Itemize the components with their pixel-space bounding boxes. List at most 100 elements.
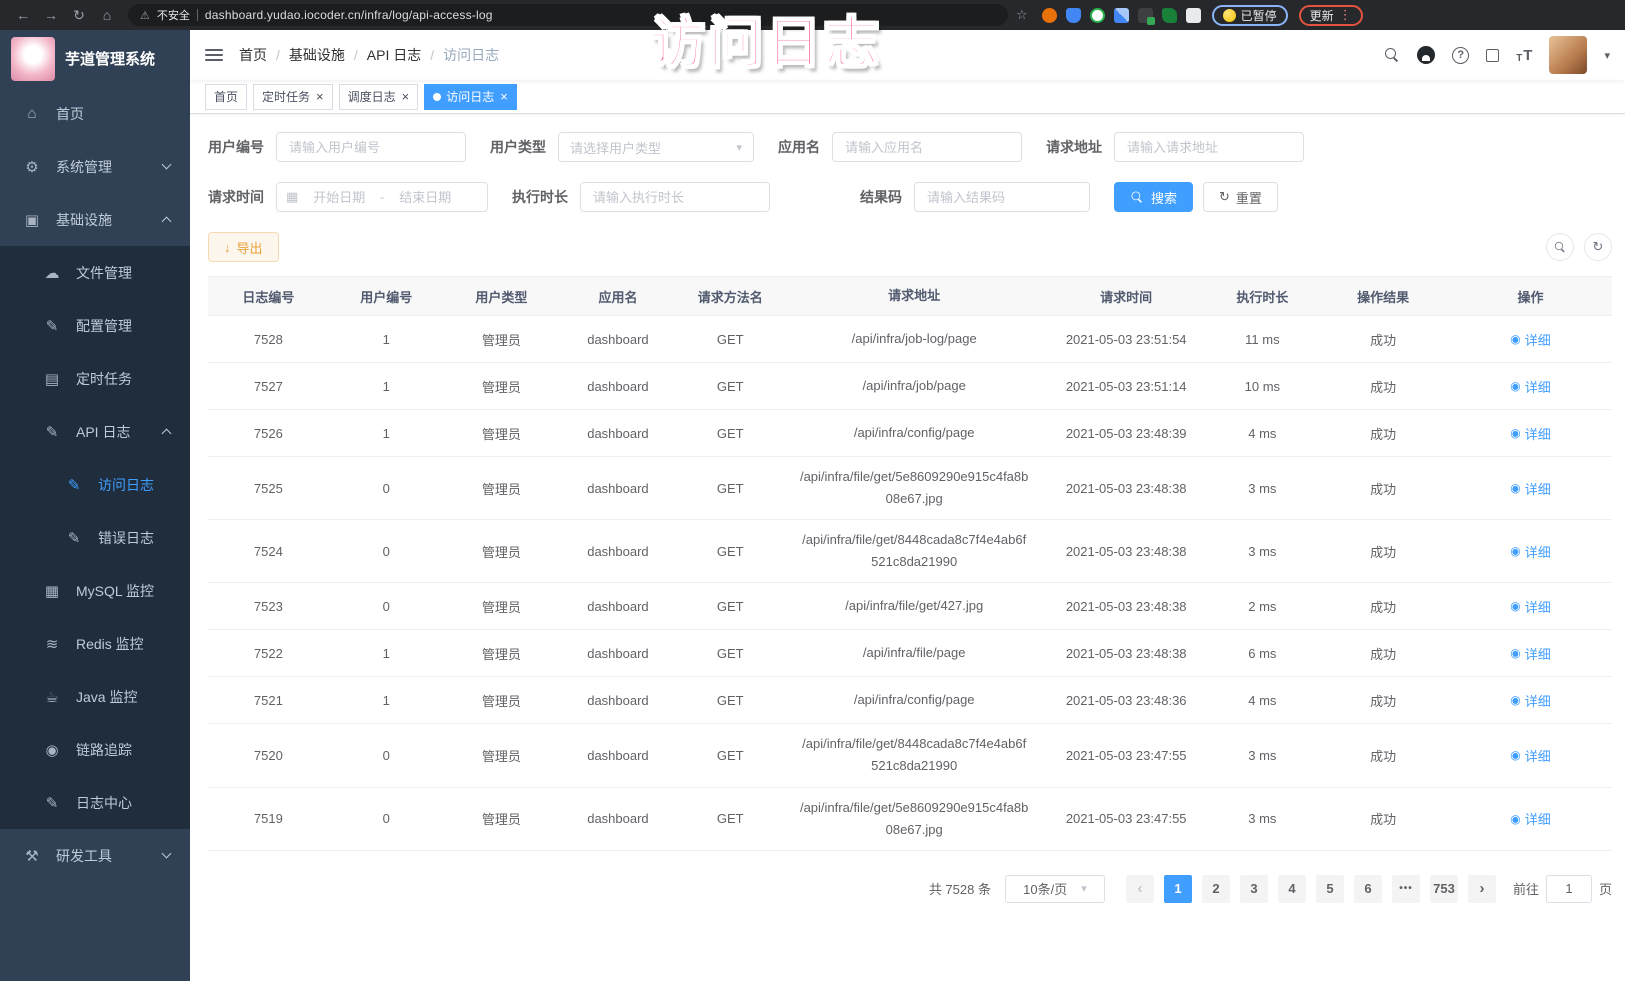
paused-badge[interactable]: 已暂停	[1212, 5, 1288, 26]
page-button-5[interactable]: 5	[1316, 875, 1344, 903]
cell-app: dashboard	[559, 693, 677, 708]
search-button[interactable]: 搜索	[1114, 182, 1193, 212]
help-icon[interactable]: ?	[1452, 47, 1469, 64]
detail-link[interactable]: ◉详细	[1510, 746, 1551, 765]
tab-scheduled-jobs[interactable]: 定时任务×	[253, 84, 333, 110]
cell-id: 7525	[208, 481, 329, 496]
tab-api-access-log[interactable]: 访问日志×	[424, 84, 517, 110]
page-button-4[interactable]: 4	[1278, 875, 1306, 903]
browser-forward-icon[interactable]: →	[38, 3, 64, 27]
github-icon[interactable]	[1417, 46, 1435, 64]
search-icon[interactable]	[1385, 48, 1400, 63]
detail-link[interactable]: ◉详细	[1510, 691, 1551, 710]
sidebar-item-dev-tools[interactable]: ⚒研发工具	[0, 829, 190, 882]
update-button[interactable]: 更新 ⋮	[1299, 5, 1363, 26]
sidebar-item-scheduled-jobs[interactable]: ▤定时任务	[0, 352, 190, 405]
extensions-puzzle-icon[interactable]	[1186, 8, 1201, 23]
next-page-button[interactable]: ›	[1468, 875, 1496, 903]
sidebar-item-api-access-log[interactable]: ✎访问日志	[0, 458, 190, 511]
browser-home-icon[interactable]: ⌂	[94, 3, 120, 27]
sidebar-item-config-management[interactable]: ✎配置管理	[0, 299, 190, 352]
user-type-select[interactable]: 请选择用户类型 ▾	[558, 132, 754, 162]
page-button-2[interactable]: 2	[1202, 875, 1230, 903]
table-body: 75281管理员dashboardGET/api/infra/job-log/p…	[208, 316, 1612, 851]
breadcrumb-home[interactable]: 首页	[239, 45, 267, 65]
col-actions: 操作	[1449, 287, 1612, 306]
browser-back-icon[interactable]: ←	[10, 3, 36, 27]
breadcrumb-api-log[interactable]: API 日志	[367, 45, 421, 65]
fullscreen-icon[interactable]	[1486, 49, 1499, 62]
pages-ellipsis[interactable]: •••	[1392, 875, 1420, 903]
detail-link[interactable]: ◉详细	[1510, 597, 1551, 616]
browser-reload-icon[interactable]: ↻	[66, 3, 92, 27]
app-logo[interactable]: 芋道管理系统	[0, 30, 190, 87]
bookmark-star-icon[interactable]: ☆	[1016, 7, 1028, 23]
table-row: 75261管理员dashboardGET/api/infra/config/pa…	[208, 410, 1612, 457]
goto-label: 前往	[1513, 879, 1539, 898]
detail-link[interactable]: ◉详细	[1510, 542, 1551, 561]
page-button-3[interactable]: 3	[1240, 875, 1268, 903]
sidebar-item-redis-monitor[interactable]: ≋Redis 监控	[0, 617, 190, 670]
detail-link[interactable]: ◉详细	[1510, 644, 1551, 663]
request-time-range-picker[interactable]: ▦ -	[276, 182, 488, 212]
page-url[interactable]: dashboard.yudao.iocoder.cn/infra/log/api…	[205, 8, 493, 22]
sidebar-item-api-error-log[interactable]: ✎错误日志	[0, 511, 190, 564]
end-date-input[interactable]	[389, 190, 461, 205]
page-button-6[interactable]: 6	[1354, 875, 1382, 903]
avatar-caret-icon[interactable]: ▾	[1604, 49, 1610, 62]
user-avatar[interactable]	[1549, 36, 1587, 74]
refresh-button[interactable]: ↻	[1584, 233, 1612, 261]
sidebar-item-java-monitor[interactable]: ☕Java 监控	[0, 670, 190, 723]
request-url-input[interactable]	[1114, 132, 1304, 162]
page-button-1[interactable]: 1	[1164, 875, 1192, 903]
detail-link[interactable]: ◉详细	[1510, 377, 1551, 396]
app-name-input[interactable]	[832, 132, 1022, 162]
sidebar-item-system[interactable]: ⚙系统管理	[0, 140, 190, 193]
ext-translate-icon[interactable]	[1138, 8, 1153, 23]
close-icon[interactable]: ×	[500, 89, 508, 104]
goto-page-input[interactable]	[1546, 875, 1592, 903]
cell-id: 7527	[208, 379, 329, 394]
close-icon[interactable]: ×	[316, 89, 324, 104]
close-icon[interactable]: ×	[402, 89, 410, 104]
hamburger-icon[interactable]	[205, 49, 223, 61]
cell-method: GET	[677, 599, 784, 614]
browser-menu-icon[interactable]: ⋮	[1339, 7, 1352, 23]
cell-action: ◉详细	[1449, 377, 1612, 396]
ext-grid-icon[interactable]	[1114, 8, 1129, 23]
sidebar-item-infrastructure[interactable]: ▣基础设施	[0, 193, 190, 246]
duration-input[interactable]	[580, 182, 770, 212]
sidebar-item-api-log[interactable]: ✎API 日志	[0, 405, 190, 458]
detail-label: 详细	[1525, 597, 1551, 616]
breadcrumb-infrastructure[interactable]: 基础设施	[289, 45, 345, 65]
detail-link[interactable]: ◉详细	[1510, 479, 1551, 498]
ext-shield-icon[interactable]	[1066, 8, 1081, 23]
page-button-753[interactable]: 753	[1430, 875, 1458, 903]
toggle-search-button[interactable]	[1546, 233, 1574, 261]
ext-leaf-icon[interactable]	[1162, 8, 1177, 23]
detail-link[interactable]: ◉详细	[1510, 809, 1551, 828]
page-size-select[interactable]: 10条/页 ▾	[1005, 875, 1105, 903]
tab-home[interactable]: 首页	[205, 84, 247, 110]
export-button[interactable]: ↓ 导出	[208, 232, 279, 262]
font-size-icon[interactable]: TT	[1516, 47, 1532, 64]
security-label[interactable]: 不安全	[157, 7, 190, 23]
prev-page-button[interactable]: ‹	[1126, 875, 1154, 903]
reset-button[interactable]: ↻ 重置	[1203, 182, 1278, 212]
start-date-input[interactable]	[303, 190, 375, 205]
cell-user-type: 管理员	[444, 424, 559, 443]
cell-app: dashboard	[559, 379, 677, 394]
ext-green-icon[interactable]	[1090, 8, 1105, 23]
user-id-input[interactable]	[276, 132, 466, 162]
tab-job-log[interactable]: 调度日志 ×	[339, 84, 419, 110]
sidebar-item-mysql-monitor[interactable]: ▦MySQL 监控	[0, 564, 190, 617]
tab-label: 调度日志	[348, 88, 396, 105]
sidebar-item-file-management[interactable]: ☁文件管理	[0, 246, 190, 299]
result-code-input[interactable]	[914, 182, 1090, 212]
sidebar-item-trace[interactable]: ◉链路追踪	[0, 723, 190, 776]
sidebar-item-log-center[interactable]: ✎日志中心	[0, 776, 190, 829]
detail-link[interactable]: ◉详细	[1510, 424, 1551, 443]
detail-link[interactable]: ◉详细	[1510, 330, 1551, 349]
sidebar-item-home[interactable]: ⌂首页	[0, 87, 190, 140]
ext-orange-icon[interactable]	[1042, 8, 1057, 23]
